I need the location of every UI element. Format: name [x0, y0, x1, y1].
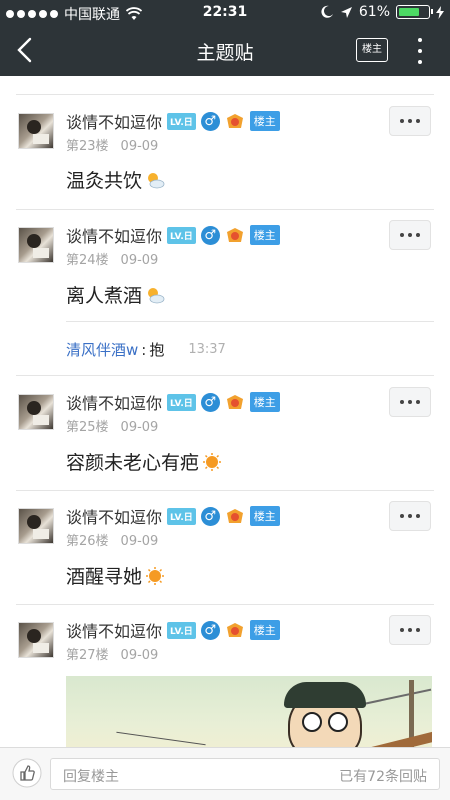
divider [16, 490, 434, 491]
avatar[interactable] [18, 113, 54, 149]
avatar[interactable] [18, 622, 54, 658]
user-line: 谈情不如逗你 LV.日 ♂ 楼主 [66, 109, 280, 133]
moon-icon [321, 5, 333, 18]
level-badge: LV.日 [167, 621, 196, 639]
post-text-content: 温灸共饮 [66, 170, 143, 192]
level-badge: LV.日 [167, 507, 196, 525]
medal-icon [226, 228, 243, 242]
post-more-button[interactable] [389, 220, 431, 250]
thumbs-up-icon[interactable] [12, 758, 42, 788]
sun-behind-cloud-icon [148, 172, 165, 188]
male-gender-icon: ♂ [200, 111, 220, 131]
post-date: 09-09 [120, 253, 159, 268]
avatar[interactable] [18, 508, 54, 544]
medal-icon [226, 623, 243, 637]
more-menu-icon[interactable] [410, 36, 430, 66]
owner-badge: 楼主 [249, 111, 280, 131]
post-text: 酒醒寻她 [66, 562, 165, 589]
floor-number: 第24楼 [66, 253, 109, 268]
male-gender-icon: ♂ [200, 620, 220, 640]
male-gender-icon: ♂ [200, 225, 220, 245]
post-text: 容颜未老心有疤 [66, 448, 222, 475]
username[interactable]: 谈情不如逗你 [66, 618, 162, 642]
post-date: 09-09 [120, 534, 159, 549]
user-line: 谈情不如逗你 LV.日 ♂ 楼主 [66, 504, 280, 528]
divider [16, 209, 434, 210]
reply-placeholder: 回复楼主 [63, 769, 119, 785]
male-gender-icon: ♂ [200, 392, 220, 412]
post-more-button[interactable] [389, 387, 431, 417]
medal-icon [226, 509, 243, 523]
post-date: 09-09 [120, 420, 159, 435]
reply-input[interactable]: 回复楼主 已有72条回贴 [50, 758, 440, 790]
charging-bolt-icon [436, 5, 444, 19]
thread-content[interactable]: 谈情不如逗你 LV.日 ♂ 楼主 第23楼 09-09 温灸共饮 谈情不如逗你 L… [0, 76, 450, 747]
post-floor-24: 谈情不如逗你 LV.日 ♂ 楼主 第24楼 09-09 离人煮酒 清风伴酒w : … [0, 220, 450, 376]
floor-info: 第25楼 09-09 [66, 416, 158, 435]
bottom-reply-bar: 回复楼主 已有72条回贴 [0, 747, 450, 800]
post-text-content: 酒醒寻她 [66, 566, 143, 588]
floor-info: 第23楼 09-09 [66, 135, 158, 154]
medal-icon [226, 114, 243, 128]
post-text-content: 离人煮酒 [66, 285, 143, 307]
floor-info: 第24楼 09-09 [66, 249, 158, 268]
post-image[interactable] [66, 676, 432, 747]
post-more-button[interactable] [389, 615, 431, 645]
post-more-button[interactable] [389, 106, 431, 136]
owner-badge: 楼主 [249, 620, 280, 640]
location-arrow-icon [340, 6, 352, 18]
reply-time: 13:37 [188, 342, 226, 357]
post-text: 温灸共饮 [66, 166, 165, 193]
post-date: 09-09 [120, 139, 159, 154]
post-floor-23: 谈情不如逗你 LV.日 ♂ 楼主 第23楼 09-09 温灸共饮 [0, 106, 450, 210]
username[interactable]: 谈情不如逗你 [66, 223, 162, 247]
level-badge: LV.日 [167, 226, 196, 244]
floor-number: 第25楼 [66, 420, 109, 435]
username[interactable]: 谈情不如逗你 [66, 109, 162, 133]
sun-behind-cloud-icon [148, 287, 165, 303]
battery-icon [396, 5, 433, 19]
floor-number: 第26楼 [66, 534, 109, 549]
username[interactable]: 谈情不如逗你 [66, 390, 162, 414]
owner-badge: 楼主 [249, 392, 280, 412]
divider [16, 604, 434, 605]
owner-only-button[interactable]: 楼主 [356, 38, 388, 62]
sun-icon [203, 452, 222, 471]
reply-colon: : [141, 340, 147, 359]
post-more-button[interactable] [389, 501, 431, 531]
divider [66, 321, 434, 322]
post-text-content: 容颜未老心有疤 [66, 452, 200, 474]
reply-username[interactable]: 清风伴酒w [66, 339, 138, 360]
post-floor-26: 谈情不如逗你 LV.日 ♂ 楼主 第26楼 09-09 酒醒寻她 [0, 501, 450, 605]
male-gender-icon: ♂ [200, 506, 220, 526]
sun-icon [146, 566, 165, 585]
user-line: 谈情不如逗你 LV.日 ♂ 楼主 [66, 390, 280, 414]
avatar[interactable] [18, 394, 54, 430]
status-right: 61% [320, 4, 444, 20]
level-badge: LV.日 [167, 112, 196, 130]
status-bar: 中国联通 22:31 61% [0, 0, 450, 24]
owner-badge: 楼主 [249, 506, 280, 526]
floor-number: 第27楼 [66, 648, 109, 663]
owner-badge: 楼主 [249, 225, 280, 245]
post-date: 09-09 [120, 648, 159, 663]
post-floor-25: 谈情不如逗你 LV.日 ♂ 楼主 第25楼 09-09 容颜未老心有疤 [0, 387, 450, 491]
divider [16, 94, 434, 95]
avatar[interactable] [18, 227, 54, 263]
divider [16, 375, 434, 376]
post-text: 离人煮酒 [66, 281, 165, 308]
sub-reply[interactable]: 清风伴酒w : 抱 13:37 [66, 339, 226, 360]
floor-info: 第27楼 09-09 [66, 644, 158, 663]
nav-bar: 主题贴 楼主 [0, 24, 450, 76]
floor-info: 第26楼 09-09 [66, 530, 158, 549]
user-line: 谈情不如逗你 LV.日 ♂ 楼主 [66, 223, 280, 247]
level-badge: LV.日 [167, 393, 196, 411]
user-line: 谈情不如逗你 LV.日 ♂ 楼主 [66, 618, 280, 642]
reply-text: 抱 [149, 341, 165, 359]
floor-number: 第23楼 [66, 139, 109, 154]
medal-icon [226, 395, 243, 409]
username[interactable]: 谈情不如逗你 [66, 504, 162, 528]
battery-percent: 61% [358, 4, 390, 20]
reply-count: 已有72条回贴 [339, 769, 427, 785]
